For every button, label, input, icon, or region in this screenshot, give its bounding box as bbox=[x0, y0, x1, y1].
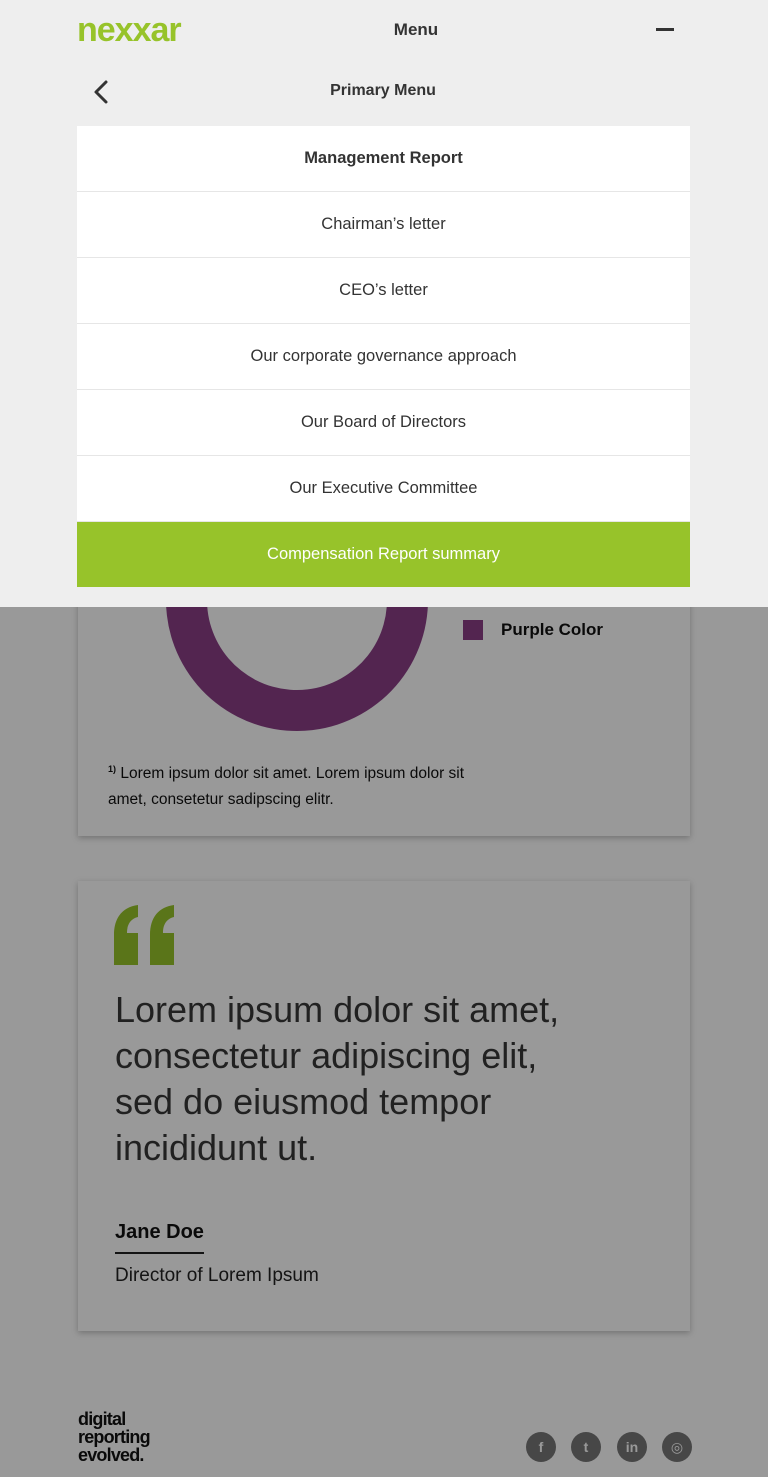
nexxar-logo[interactable]: nexxar bbox=[77, 14, 217, 46]
menu-item-ceos-letter[interactable]: CEO’s letter bbox=[77, 258, 690, 324]
logo-text: nexxar bbox=[77, 14, 181, 46]
menu-label[interactable]: Menu bbox=[370, 20, 462, 40]
primary-menu-list: Management Report Chairman’s letter CEO’… bbox=[77, 126, 690, 587]
menu-item-compensation-report[interactable]: Compensation Report summary bbox=[77, 522, 690, 587]
menu-close-icon[interactable] bbox=[656, 28, 674, 31]
menu-item-corporate-governance[interactable]: Our corporate governance approach bbox=[77, 324, 690, 390]
menu-item-management-report[interactable]: Management Report bbox=[77, 126, 690, 192]
menu-panel: nexxar Menu Primary Menu Management Repo… bbox=[0, 0, 768, 607]
primary-menu-title: Primary Menu bbox=[330, 82, 436, 99]
back-chevron-icon[interactable] bbox=[88, 78, 116, 106]
menu-item-chairmans-letter[interactable]: Chairman’s letter bbox=[77, 192, 690, 258]
menu-item-board-of-directors[interactable]: Our Board of Directors bbox=[77, 390, 690, 456]
menu-item-executive-committee[interactable]: Our Executive Committee bbox=[77, 456, 690, 522]
